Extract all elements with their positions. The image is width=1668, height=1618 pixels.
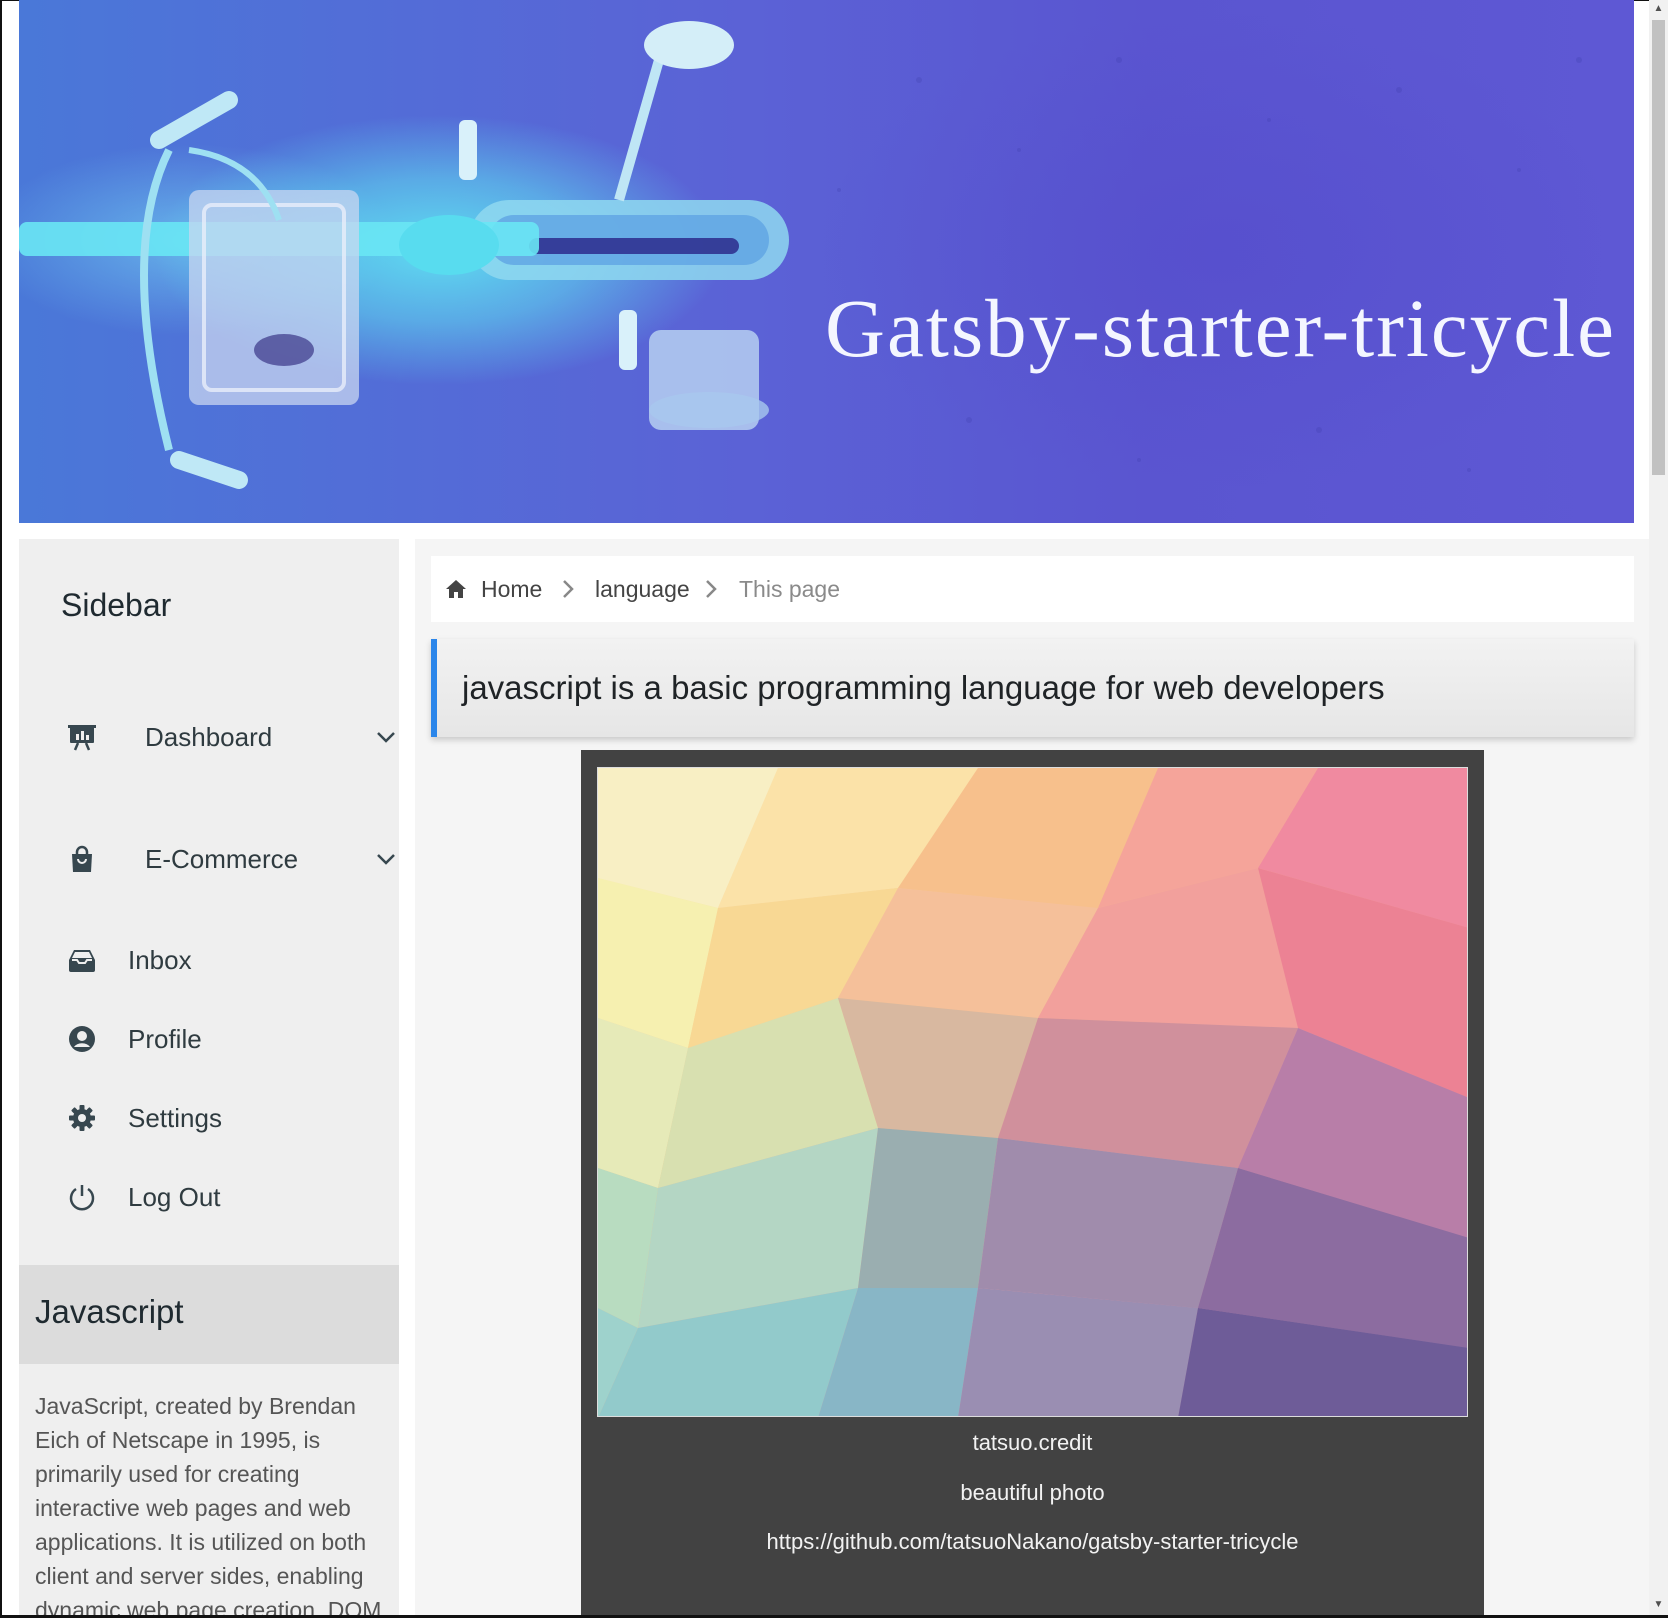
topic-description: JavaScript, created by Brendan Eich of N… (35, 1393, 382, 1615)
site-title: Gatsby-starter-tricycle (825, 282, 1616, 374)
presentation-chart-icon (67, 722, 97, 752)
sidebar-item-logout[interactable]: Log Out (19, 1167, 399, 1227)
scrollbar-thumb[interactable] (1652, 20, 1665, 475)
page-headline: javascript is a basic programming langua… (431, 639, 1634, 737)
scroll-up-arrow-icon[interactable]: ▲ (1649, 0, 1668, 17)
tricycle-illustration (19, 21, 1582, 489)
topic-title: Javascript (35, 1293, 184, 1330)
sidebar-item-label: Profile (128, 1023, 202, 1054)
sidebar-item-dashboard[interactable]: Dashboard (19, 707, 399, 767)
sidebar-item-settings[interactable]: Settings (19, 1088, 399, 1148)
window-frame-left (0, 0, 2, 1618)
chevron-down-icon[interactable] (374, 847, 398, 871)
gear-icon (67, 1103, 97, 1133)
breadcrumb-current: This page (739, 576, 841, 602)
sidebar-title: Sidebar (61, 587, 172, 623)
home-icon[interactable] (445, 578, 467, 600)
topic-header: Javascript (19, 1265, 399, 1364)
sidebar-item-label: Settings (128, 1102, 222, 1133)
sidebar-item-inbox[interactable]: Inbox (19, 930, 399, 990)
low-poly-photo (597, 767, 1468, 1417)
sidebar-item-label: Dashboard (145, 721, 273, 752)
breadcrumb-home[interactable]: Home (481, 576, 542, 603)
breadcrumb: Home language This page (431, 556, 1634, 622)
shopping-bag-icon (67, 844, 97, 874)
inbox-icon (67, 945, 97, 975)
image-card: tatsuo.credit beautiful photo https://gi… (581, 750, 1484, 1615)
sidebar-item-ecommerce[interactable]: E-Commerce (19, 829, 399, 889)
chevron-down-icon[interactable] (374, 725, 398, 749)
sidebar-item-label: Log Out (128, 1181, 221, 1212)
chevron-right-icon (563, 580, 574, 598)
photo-credit: tatsuo.credit (972, 1430, 1093, 1455)
user-circle-icon (67, 1024, 97, 1054)
low-poly-gradient-image (598, 768, 1467, 1416)
sidebar-item-profile[interactable]: Profile (19, 1009, 399, 1069)
header-banner: Gatsby-starter-tricycle (19, 0, 1634, 523)
main-content: Home language This page javascript is a … (415, 539, 1649, 1615)
sidebar-item-label: Inbox (128, 944, 192, 975)
breadcrumb-language[interactable]: language (595, 576, 690, 603)
page-title: javascript is a basic programming langua… (462, 669, 1385, 706)
power-icon (67, 1182, 97, 1212)
chevron-right-icon (706, 580, 717, 598)
sidebar: Sidebar Dashboard E-Commerce Inbox Profi… (19, 539, 399, 1615)
vertical-scrollbar[interactable]: ▲ ▼ (1649, 0, 1668, 1615)
photo-description: beautiful photo (960, 1480, 1105, 1505)
sidebar-item-label: E-Commerce (145, 843, 299, 874)
repository-link[interactable]: https://github.com/tatsuoNakano/gatsby-s… (581, 1529, 1484, 1555)
scroll-down-arrow-icon[interactable]: ▼ (1649, 1596, 1668, 1613)
